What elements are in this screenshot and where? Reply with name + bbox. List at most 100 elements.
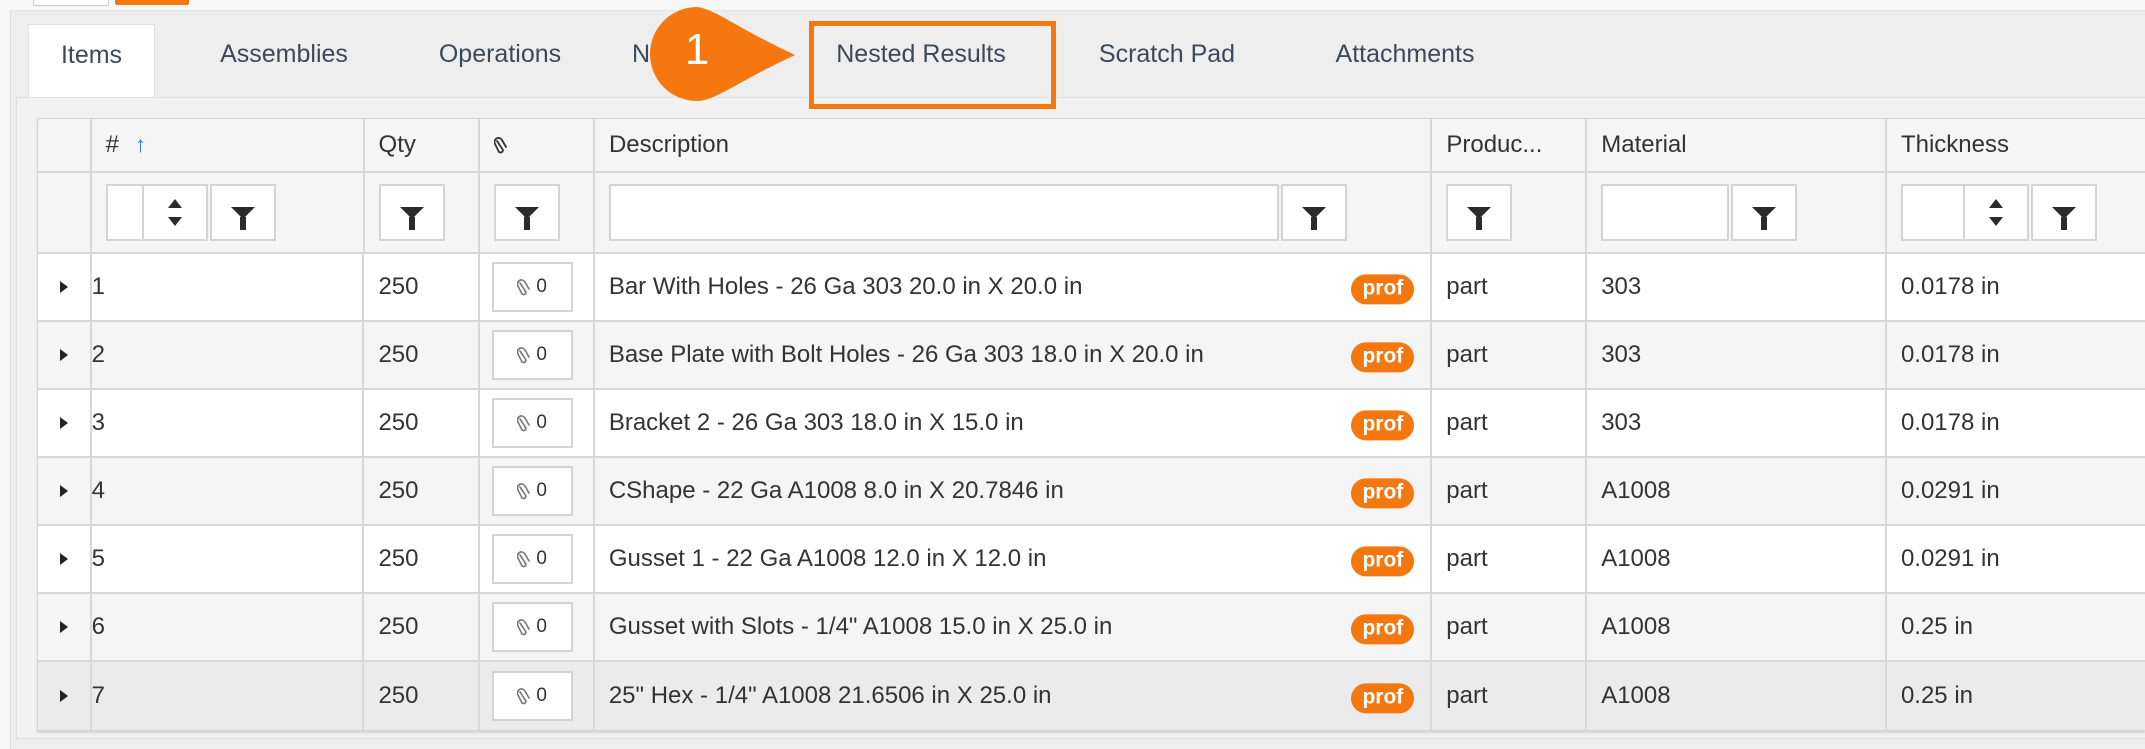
tab-operations[interactable]: Operations — [413, 24, 587, 97]
expand-arrow-icon[interactable] — [59, 553, 68, 565]
top-button-primary[interactable] — [115, 0, 189, 5]
row-material: A1008 — [1601, 545, 1671, 572]
row-description: Gusset with Slots - 1/4" A1008 15.0 in X… — [608, 613, 1113, 640]
prof-badge[interactable]: prof — [1351, 342, 1415, 373]
row-description: Base Plate with Bolt Holes - 26 Ga 303 1… — [608, 341, 1204, 368]
num-filter-button[interactable] — [209, 184, 276, 241]
header-description[interactable]: Description — [594, 119, 1433, 173]
material-filter-button[interactable] — [1731, 184, 1798, 241]
row-expander[interactable] — [38, 526, 92, 594]
row-expander[interactable] — [38, 254, 92, 322]
cell-attachments: 0 — [479, 322, 595, 390]
header-thickness[interactable]: Thickness — [1886, 119, 2145, 173]
thickness-filter-button[interactable] — [2030, 184, 2097, 241]
expand-arrow-icon[interactable] — [59, 690, 68, 702]
attachments-button[interactable]: 0 — [491, 330, 573, 380]
cell-product: part — [1432, 662, 1588, 730]
description-filter-button[interactable] — [1280, 184, 1347, 241]
attachments-button[interactable]: 0 — [491, 466, 573, 516]
cell-material: A1008 — [1587, 526, 1887, 594]
attachments-filter-button[interactable] — [493, 184, 560, 241]
attachments-button[interactable]: 0 — [491, 262, 573, 312]
row-number: 1 — [91, 273, 105, 300]
table-row[interactable]: 2 250 0 Base Plate with Bolt Holes - 26 Ga … — [38, 322, 2145, 390]
header-num[interactable]: # ↑ — [91, 119, 365, 173]
thickness-filter-input[interactable] — [1900, 184, 1965, 241]
row-number: 3 — [91, 409, 105, 436]
tab-bar: Items Assemblies Operations N Nested Res… — [11, 11, 2145, 99]
attachments-count: 0 — [536, 344, 547, 365]
qty-filter-button[interactable] — [378, 184, 445, 241]
filter-icon — [1752, 206, 1777, 230]
row-qty: 250 — [378, 545, 419, 572]
table-row[interactable]: 3 250 0 Bracket 2 - 26 Ga 303 18.0 in X 15.… — [38, 390, 2145, 458]
expand-arrow-icon[interactable] — [59, 349, 68, 361]
tab-assemblies[interactable]: Assemblies — [196, 24, 372, 97]
attachments-button[interactable]: 0 — [491, 534, 573, 584]
header-product[interactable]: Produc... — [1432, 119, 1588, 173]
cell-thickness: 0.0291 in — [1886, 458, 2145, 526]
tab-scratch-pad[interactable]: Scratch Pad — [1081, 24, 1253, 97]
sort-ascending-icon[interactable]: ↑ — [135, 132, 146, 158]
expand-arrow-icon[interactable] — [59, 417, 68, 429]
cell-qty: 250 — [364, 322, 480, 390]
prof-badge[interactable]: prof — [1351, 546, 1415, 577]
cell-attachments: 0 — [479, 458, 595, 526]
prof-badge[interactable]: prof — [1351, 274, 1415, 305]
num-filter-spinner[interactable] — [143, 184, 208, 241]
row-expander[interactable] — [38, 322, 92, 390]
row-qty: 250 — [378, 682, 419, 709]
cell-qty: 250 — [364, 254, 480, 322]
prof-badge[interactable]: prof — [1351, 683, 1415, 714]
table-row[interactable]: 7 250 0 25" Hex - 1/4" A1008 21.6506 in X 2… — [38, 662, 2145, 730]
row-material: 303 — [1601, 341, 1642, 368]
spinner-down-icon[interactable] — [1988, 217, 2003, 226]
spinner-down-icon[interactable] — [167, 217, 182, 226]
spinner-up-icon[interactable] — [1988, 199, 2003, 208]
row-product: part — [1446, 273, 1488, 300]
row-qty: 250 — [378, 477, 419, 504]
step-callout-number: 1 — [684, 25, 710, 74]
cell-product: part — [1432, 458, 1588, 526]
thickness-filter-spinner[interactable] — [1964, 184, 2029, 241]
header-thickness-label: Thickness — [1900, 131, 2009, 158]
attachments-button[interactable]: 0 — [491, 398, 573, 448]
row-expander[interactable] — [38, 390, 92, 458]
description-filter-input[interactable] — [608, 184, 1279, 241]
tab-attachments[interactable]: Attachments — [1311, 24, 1499, 97]
row-expander[interactable] — [38, 662, 92, 730]
filter-description — [594, 173, 1433, 254]
cell-product: part — [1432, 594, 1588, 662]
table-row[interactable]: 4 250 0 CShape - 22 Ga A1008 8.0 in X 20.78… — [38, 458, 2145, 526]
header-qty[interactable]: Qty — [364, 119, 480, 173]
header-material[interactable]: Material — [1587, 119, 1887, 173]
attachments-button[interactable]: 0 — [491, 602, 573, 652]
row-material: A1008 — [1601, 682, 1671, 709]
row-material: A1008 — [1601, 613, 1671, 640]
num-filter-input[interactable] — [105, 184, 144, 241]
row-description: 25" Hex - 1/4" A1008 21.6506 in X 25.0 i… — [608, 682, 1052, 709]
product-filter-button[interactable] — [1446, 184, 1513, 241]
table-row[interactable]: 6 250 0 Gusset with Slots - 1/4" A1008 15.0… — [38, 594, 2145, 662]
cell-material: 303 — [1587, 254, 1887, 322]
prof-badge[interactable]: prof — [1351, 614, 1415, 645]
prof-badge[interactable]: prof — [1351, 410, 1415, 441]
expand-arrow-icon[interactable] — [59, 281, 68, 293]
row-product: part — [1446, 341, 1488, 368]
row-product: part — [1446, 477, 1488, 504]
expand-arrow-icon[interactable] — [59, 485, 68, 497]
table-row[interactable]: 1 250 0 Bar With Holes - 26 Ga 303 20.0 in … — [38, 254, 2145, 322]
tab-items[interactable]: Items — [28, 24, 155, 99]
row-expander[interactable] — [38, 458, 92, 526]
table-row[interactable]: 5 250 0 Gusset 1 - 22 Ga A1008 12.0 in X 12… — [38, 526, 2145, 594]
expand-arrow-icon[interactable] — [59, 621, 68, 633]
items-grid: # ↑ Qty Description Produc... Material T… — [37, 118, 2145, 731]
prof-badge[interactable]: prof — [1351, 478, 1415, 509]
top-button-secondary[interactable] — [33, 0, 109, 6]
material-filter-input[interactable] — [1601, 184, 1730, 241]
cell-num: 5 — [91, 526, 365, 594]
attachments-button[interactable]: 0 — [491, 671, 573, 721]
header-attachments[interactable] — [479, 119, 595, 173]
spinner-up-icon[interactable] — [167, 199, 182, 208]
row-expander[interactable] — [38, 594, 92, 662]
